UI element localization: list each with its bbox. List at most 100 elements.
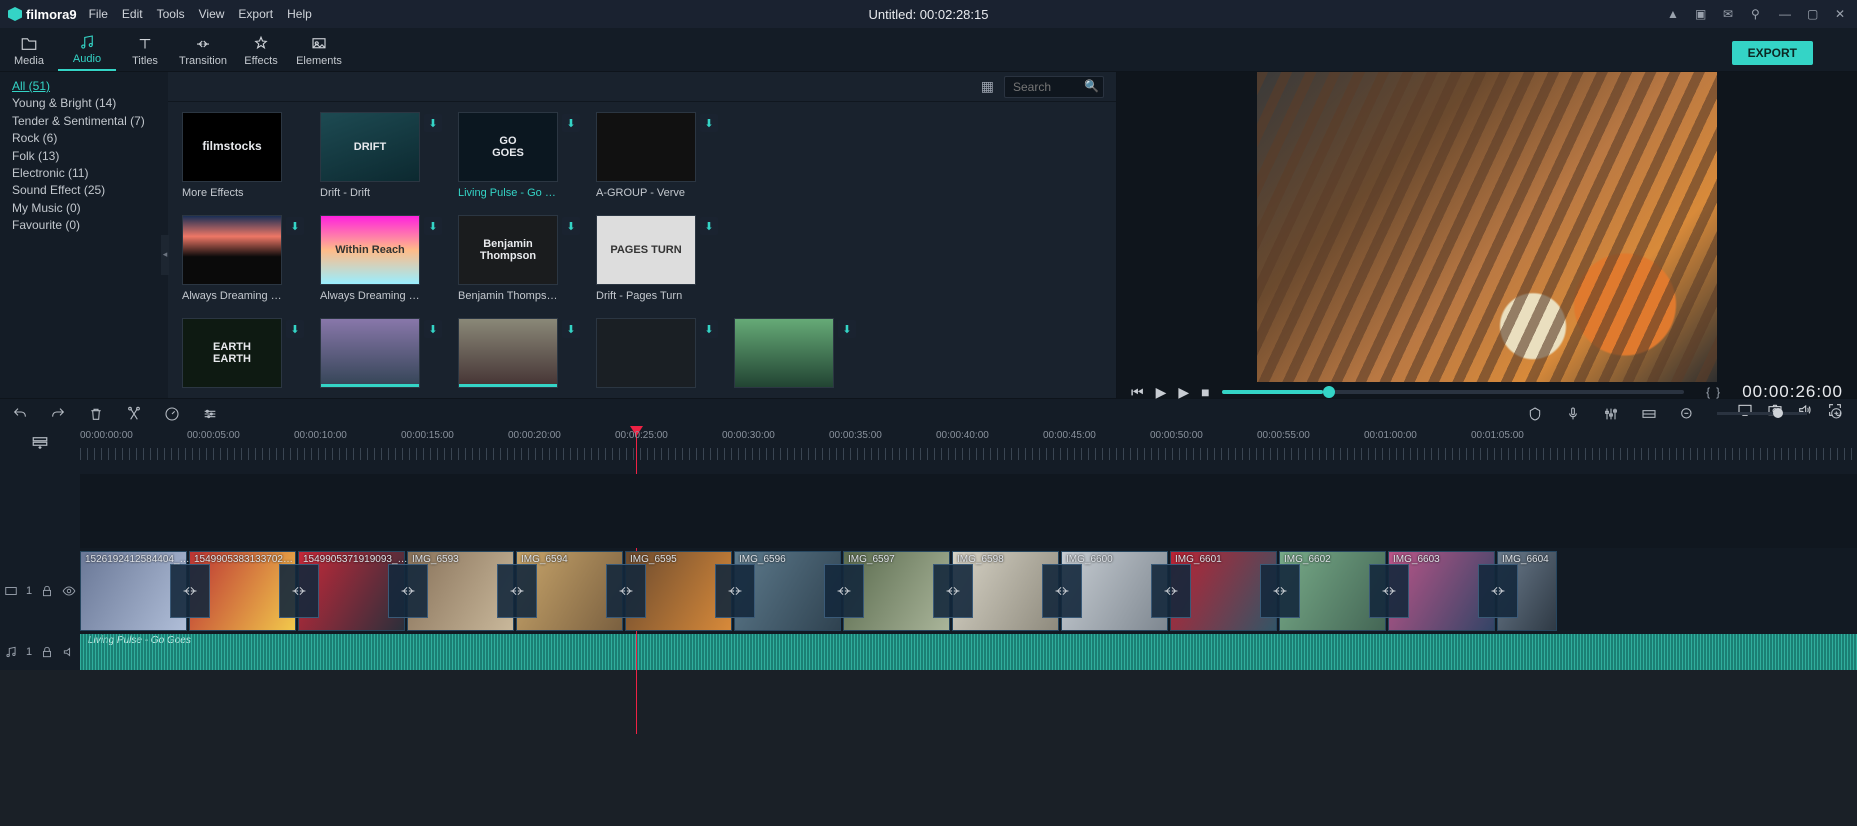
marker-icon[interactable] (1527, 406, 1543, 422)
asset-card[interactable] (458, 318, 558, 393)
transition-handle[interactable] (824, 564, 864, 618)
asset-card[interactable]: Always Dreaming - Same… (182, 215, 282, 302)
transition-handle[interactable] (606, 564, 646, 618)
asset-card[interactable]: Within ReachAlways Dreaming - Withi… (320, 215, 420, 302)
asset-thumb[interactable] (320, 318, 420, 388)
download-icon[interactable]: ⬇ (700, 114, 718, 132)
window-minimize-icon[interactable]: ― (1779, 7, 1793, 21)
download-icon[interactable]: ⬇ (424, 114, 442, 132)
message-icon[interactable]: ✉ (1723, 7, 1737, 21)
menu-view[interactable]: View (199, 7, 225, 21)
asset-card[interactable] (320, 318, 420, 393)
sidebar-item-1[interactable]: Young & Bright (14) (12, 95, 156, 112)
menu-export[interactable]: Export (238, 7, 273, 21)
asset-card[interactable]: A-GROUP - Verve (596, 112, 696, 199)
sidebar-item-8[interactable]: Favourite (0) (12, 217, 156, 234)
transition-handle[interactable] (1369, 564, 1409, 618)
video-track-body[interactable]: 1526192412584404_…1549905383133702…15499… (80, 548, 1857, 634)
record-vo-icon[interactable] (1565, 406, 1581, 422)
download-icon[interactable]: ⬇ (286, 320, 304, 338)
menu-file[interactable]: File (89, 7, 108, 21)
audio-track-body[interactable]: Living Pulse - Go Goes (80, 634, 1857, 670)
asset-card[interactable]: PAGES TURNDrift - Pages Turn (596, 215, 696, 302)
lock-icon[interactable] (40, 645, 54, 659)
render-icon[interactable] (1641, 406, 1657, 422)
download-icon[interactable]: ⬇ (424, 320, 442, 338)
mic-settings-icon[interactable]: ⚲ (1751, 7, 1765, 21)
tab-transition[interactable]: Transition (174, 35, 232, 71)
eye-icon[interactable] (62, 584, 76, 598)
play-button[interactable]: ▶ (1178, 384, 1189, 401)
asset-thumb[interactable]: Within Reach (320, 215, 420, 285)
asset-card[interactable]: DRIFTDrift - Drift (320, 112, 420, 199)
tab-audio[interactable]: Audio (58, 33, 116, 71)
lock-icon[interactable] (40, 584, 54, 598)
asset-thumb[interactable] (596, 112, 696, 182)
play-backward-button[interactable]: ▶ (1156, 384, 1167, 401)
mixer-icon[interactable] (1603, 406, 1619, 422)
menu-edit[interactable]: Edit (122, 7, 143, 21)
transition-handle[interactable] (715, 564, 755, 618)
prev-frame-button[interactable]: ⏮ (1131, 384, 1144, 401)
download-icon[interactable]: ⬇ (700, 217, 718, 235)
asset-card[interactable]: filmstocksMore Effects (182, 112, 282, 199)
transition-handle[interactable] (170, 564, 210, 618)
asset-card[interactable]: Benjamin ThompsonBenjamin Thompson - Lul… (458, 215, 558, 302)
zoom-slider[interactable] (1717, 412, 1807, 415)
transition-handle[interactable] (1042, 564, 1082, 618)
video-clip[interactable]: IMG_6604 (1497, 551, 1557, 631)
volume-icon[interactable] (1797, 402, 1813, 418)
tab-media[interactable]: Media (0, 35, 58, 71)
sidebar-item-3[interactable]: Rock (6) (12, 130, 156, 147)
mute-icon[interactable] (62, 645, 76, 659)
split-icon[interactable] (126, 406, 142, 422)
asset-thumb[interactable] (458, 318, 558, 388)
transition-handle[interactable] (1478, 564, 1518, 618)
asset-thumb[interactable] (182, 215, 282, 285)
asset-thumb[interactable] (734, 318, 834, 388)
download-icon[interactable]: ⬇ (838, 320, 856, 338)
asset-card[interactable] (596, 318, 696, 393)
sidebar-item-7[interactable]: My Music (0) (12, 200, 156, 217)
delete-icon[interactable] (88, 406, 104, 422)
download-icon[interactable]: ⬇ (562, 320, 580, 338)
download-icon[interactable]: ⬇ (700, 320, 718, 338)
menu-help[interactable]: Help (287, 7, 312, 21)
download-icon[interactable]: ⬇ (562, 217, 580, 235)
time-ruler[interactable]: 00:00:00:0000:00:05:0000:00:10:0000:00:1… (80, 428, 1857, 474)
asset-card[interactable]: EARTH EARTH (182, 318, 282, 393)
undo-icon[interactable] (12, 406, 28, 422)
asset-thumb[interactable] (596, 318, 696, 388)
asset-thumb[interactable]: filmstocks (182, 112, 282, 182)
adjust-icon[interactable] (202, 406, 218, 422)
asset-card[interactable] (734, 318, 834, 393)
transition-handle[interactable] (1260, 564, 1300, 618)
asset-thumb[interactable]: GO GOES (458, 112, 558, 182)
speed-icon[interactable] (164, 406, 180, 422)
redo-icon[interactable] (50, 406, 66, 422)
zoom-out-icon[interactable] (1679, 406, 1695, 422)
transition-handle[interactable] (279, 564, 319, 618)
asset-card[interactable]: GO GOESLiving Pulse - Go Goes (458, 112, 558, 199)
sidebar-item-0[interactable]: All (51) (12, 78, 156, 95)
zoom-in-icon[interactable] (1829, 406, 1845, 422)
sidebar-item-4[interactable]: Folk (13) (12, 148, 156, 165)
stop-button[interactable]: ■ (1201, 384, 1209, 400)
asset-thumb[interactable]: PAGES TURN (596, 215, 696, 285)
tab-effects[interactable]: Effects (232, 35, 290, 71)
manage-tracks-icon[interactable] (0, 428, 80, 474)
sidebar-item-6[interactable]: Sound Effect (25) (12, 182, 156, 199)
mark-in-out-icons[interactable]: {} (1706, 385, 1720, 399)
tab-elements[interactable]: Elements (290, 35, 348, 71)
menu-tools[interactable]: Tools (157, 7, 185, 21)
transition-handle[interactable] (933, 564, 973, 618)
download-icon[interactable]: ⬇ (286, 217, 304, 235)
sidebar-item-5[interactable]: Electronic (11) (12, 165, 156, 182)
download-icon[interactable]: ⬇ (562, 114, 580, 132)
asset-thumb[interactable]: DRIFT (320, 112, 420, 182)
save-icon[interactable]: ▣ (1695, 7, 1709, 21)
transition-handle[interactable] (1151, 564, 1191, 618)
transition-handle[interactable] (497, 564, 537, 618)
transition-handle[interactable] (388, 564, 428, 618)
window-maximize-icon[interactable]: ▢ (1807, 7, 1821, 21)
